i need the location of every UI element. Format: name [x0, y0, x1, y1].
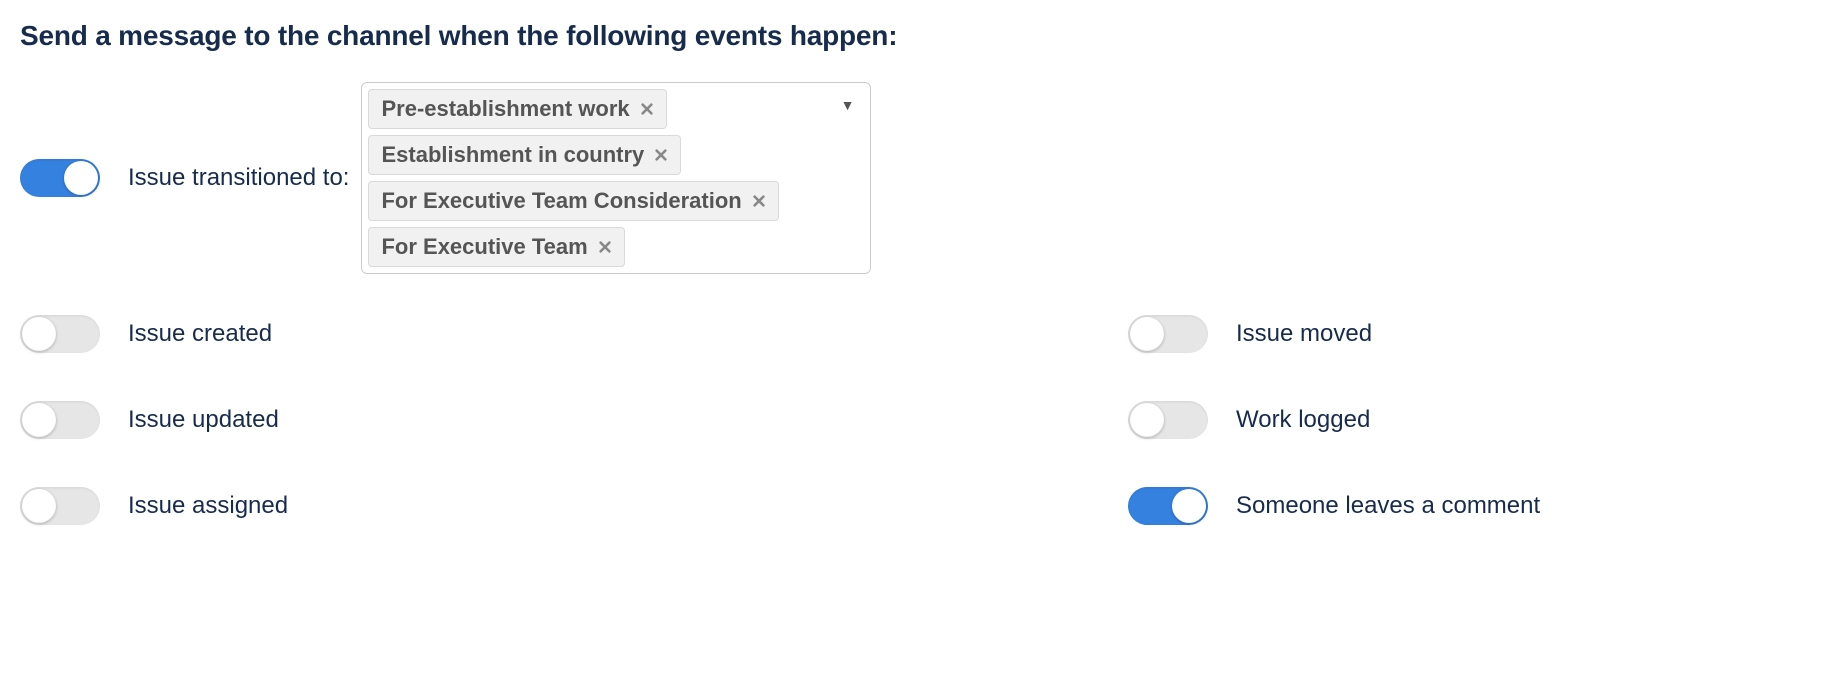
option-label: Work logged: [1236, 406, 1370, 434]
option-row: Work logged: [1128, 394, 1540, 446]
tag-label: For Executive Team Consideration: [381, 188, 741, 214]
option-row: Someone leaves a comment: [1128, 480, 1540, 532]
multiselect-tag: Pre-establishment work: [368, 89, 666, 129]
option-label: Issue assigned: [128, 492, 288, 520]
option-row: Issue moved: [1128, 308, 1540, 360]
toggle-knob: [22, 403, 56, 437]
remove-tag-icon[interactable]: [640, 102, 654, 116]
option-row: Issue updated: [20, 394, 1128, 446]
option-toggle[interactable]: [20, 315, 100, 353]
option-toggle[interactable]: [1128, 487, 1208, 525]
toggle-knob: [1172, 489, 1206, 523]
option-row: Issue created: [20, 308, 1128, 360]
toggle-knob: [1130, 403, 1164, 437]
option-toggle[interactable]: [1128, 401, 1208, 439]
option-toggle[interactable]: [1128, 315, 1208, 353]
option-label: Issue moved: [1236, 320, 1372, 348]
multiselect-tag: For Executive Team Consideration: [368, 181, 778, 221]
remove-tag-icon[interactable]: [752, 194, 766, 208]
option-row: Issue assigned: [20, 480, 1128, 532]
option-label: Issue created: [128, 320, 272, 348]
toggle-knob: [22, 489, 56, 523]
option-toggle[interactable]: [20, 487, 100, 525]
options-grid: Issue created Issue updated Issue assigned…: [20, 308, 1804, 532]
issue-transitioned-label: Issue transitioned to:: [128, 164, 349, 192]
tag-label: For Executive Team: [381, 234, 587, 260]
tag-label: Pre-establishment work: [381, 96, 629, 122]
toggle-knob: [64, 161, 98, 195]
toggle-knob: [22, 317, 56, 351]
chevron-down-icon[interactable]: ▼: [841, 97, 855, 113]
option-label: Issue updated: [128, 406, 279, 434]
transition-multiselect[interactable]: Pre-establishment work Establishment in c…: [361, 82, 871, 274]
remove-tag-icon[interactable]: [654, 148, 668, 162]
options-right-column: Issue moved Work logged Someone leaves a c…: [1128, 308, 1540, 532]
issue-transitioned-row: Issue transitioned to: Pre-establishment…: [20, 82, 1804, 274]
multiselect-tag: For Executive Team: [368, 227, 624, 267]
tag-label: Establishment in country: [381, 142, 644, 168]
remove-tag-icon[interactable]: [598, 240, 612, 254]
issue-transitioned-toggle[interactable]: [20, 159, 100, 197]
option-label: Someone leaves a comment: [1236, 492, 1540, 520]
page-title: Send a message to the channel when the f…: [20, 20, 1804, 52]
option-toggle[interactable]: [20, 401, 100, 439]
multiselect-tag: Establishment in country: [368, 135, 681, 175]
toggle-knob: [1130, 317, 1164, 351]
options-left-column: Issue created Issue updated Issue assigned: [20, 308, 1128, 532]
